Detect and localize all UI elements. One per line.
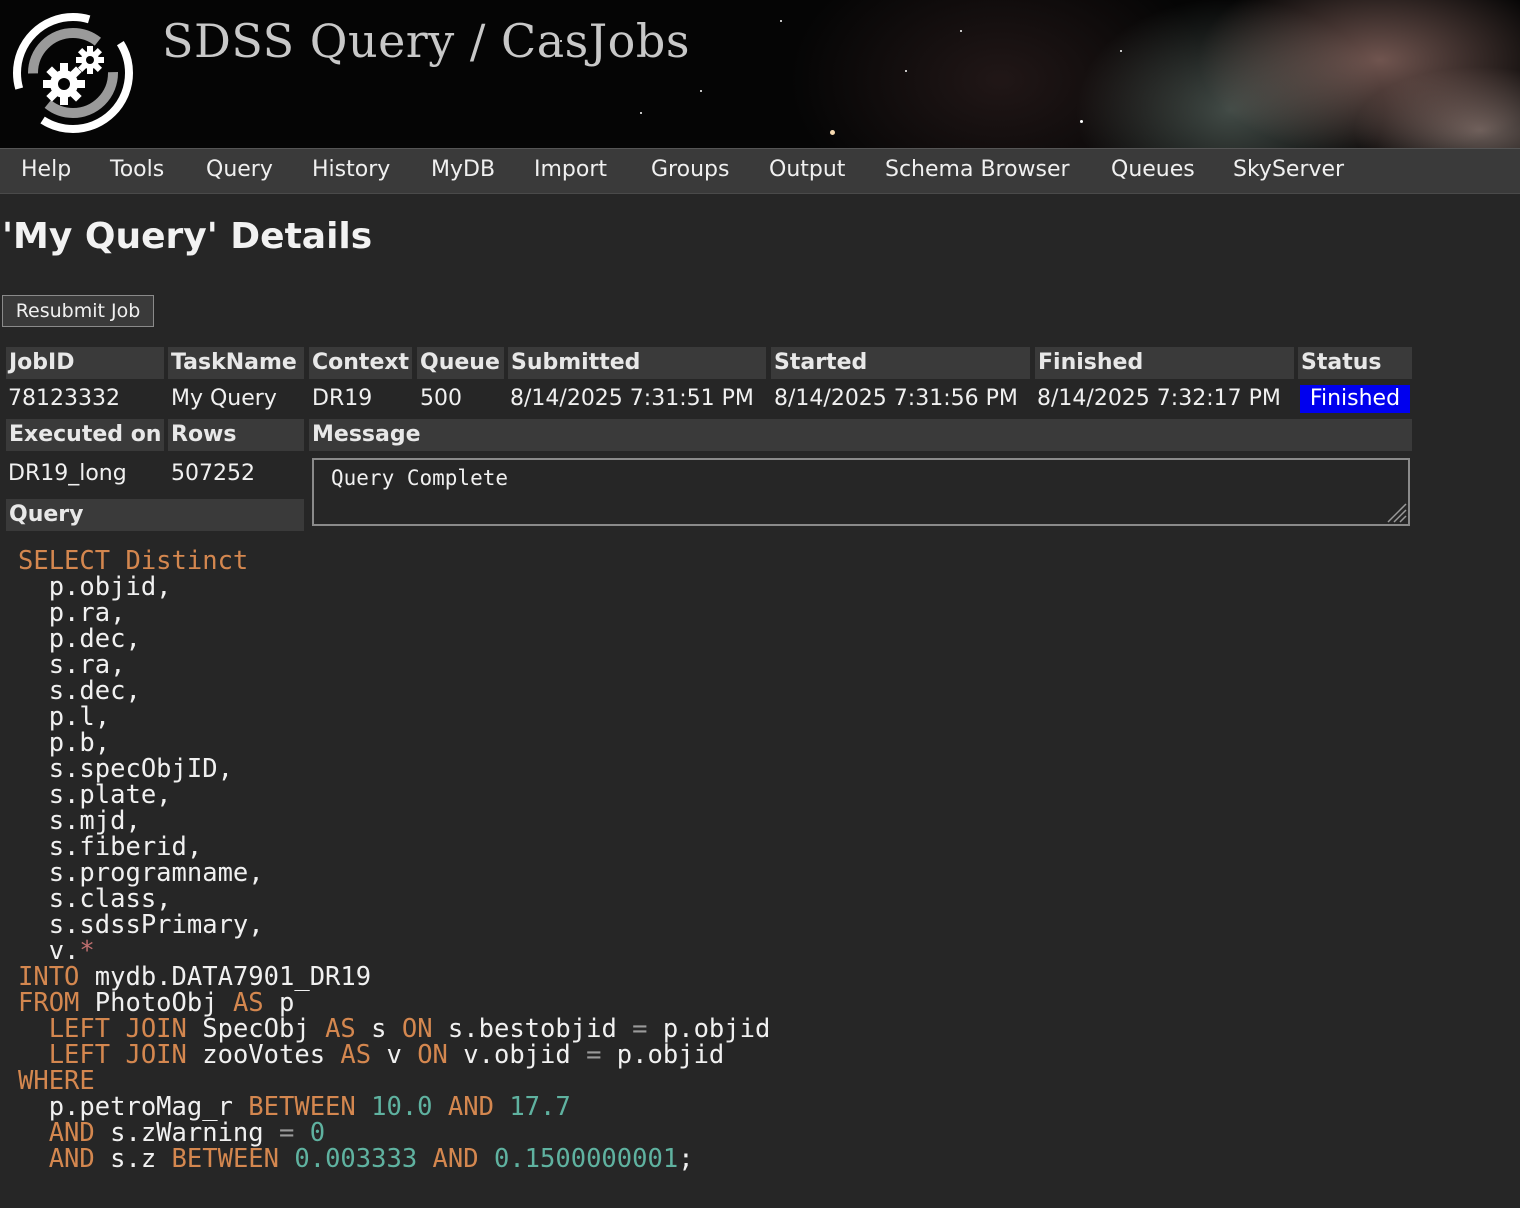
value-submitted: 8/14/2025 7:31:51 PM [510, 386, 754, 411]
query-token: 0.003333 [294, 1144, 418, 1174]
query-line: v.* [18, 938, 770, 964]
query-line: s.dec, [18, 678, 770, 704]
query-code-block: SELECT Distinct p.objid, p.ra, p.dec, s.… [18, 548, 770, 1172]
value-queue: 500 [420, 386, 462, 411]
header-queue: Queue [417, 347, 504, 379]
query-line: AND s.z BETWEEN 0.003333 AND 0.150000000… [18, 1146, 770, 1172]
resize-grip-icon[interactable] [1385, 501, 1407, 523]
resubmit-job-button[interactable]: Resubmit Job [2, 295, 154, 327]
query-line: FROM PhotoObj AS p [18, 990, 770, 1016]
query-token: 10.0 [371, 1092, 433, 1122]
header-executed-on: Executed on [6, 419, 164, 451]
query-line: s.specObjID, [18, 756, 770, 782]
query-line: WHERE [18, 1068, 770, 1094]
query-line: s.programname, [18, 860, 770, 886]
query-line: p.petroMag_r BETWEEN 10.0 AND 17.7 [18, 1094, 770, 1120]
query-line: p.ra, [18, 600, 770, 626]
query-line: s.mjd, [18, 808, 770, 834]
query-line: s.class, [18, 886, 770, 912]
value-context: DR19 [312, 386, 373, 411]
query-line: SELECT Distinct [18, 548, 770, 574]
query-token: AS [340, 1040, 372, 1070]
query-token: BETWEEN [171, 1144, 279, 1174]
nav-help[interactable]: Help [21, 157, 71, 182]
header-status: Status [1298, 347, 1412, 379]
query-line: LEFT JOIN SpecObj AS s ON s.bestobjid = … [18, 1016, 771, 1042]
nav-schema-browser[interactable]: Schema Browser [885, 157, 1070, 182]
message-text: Query Complete [331, 466, 509, 490]
header-started: Started [771, 347, 1030, 379]
query-line: p.l, [18, 704, 770, 730]
query-token: s.z [94, 1144, 172, 1174]
header-submitted: Submitted [508, 347, 766, 379]
query-token: v.objid [447, 1040, 587, 1070]
value-taskname: My Query [171, 386, 277, 411]
query-token [417, 1144, 432, 1174]
query-line: INTO mydb.DATA7901_DR19 [18, 964, 770, 990]
query-token: = [586, 1040, 602, 1070]
header-rows: Rows [168, 419, 304, 451]
nav-query[interactable]: Query [206, 157, 273, 182]
status-badge: Finished [1300, 385, 1410, 413]
query-token: 0.1500000001 [493, 1144, 679, 1174]
message-textarea[interactable]: Query Complete [312, 458, 1410, 526]
query-token: ON [417, 1040, 448, 1070]
query-line: s.fiberid, [18, 834, 770, 860]
query-line: LEFT JOIN zooVotes AS v ON v.objid = p.o… [18, 1042, 770, 1068]
main-nav: Help Tools Query History MyDB Import Gro… [0, 148, 1520, 194]
value-finished: 8/14/2025 7:32:17 PM [1037, 386, 1281, 411]
page-title: 'My Query' Details [2, 216, 373, 257]
query-token: AND [432, 1144, 479, 1174]
value-jobid: 78123332 [8, 386, 120, 411]
header-taskname: TaskName [168, 347, 304, 379]
query-line: s.ra, [18, 652, 770, 678]
header-jobid: JobID [6, 347, 164, 379]
header-context: Context [309, 347, 412, 379]
query-token: p.objid [601, 1040, 725, 1070]
query-token: AND [18, 1144, 95, 1174]
nav-tools[interactable]: Tools [110, 157, 164, 182]
header-banner: SDSS Query / CasJobs [0, 0, 1520, 148]
nav-groups[interactable]: Groups [651, 157, 729, 182]
query-token: ; [678, 1144, 694, 1174]
nav-output[interactable]: Output [769, 157, 845, 182]
query-token [479, 1144, 494, 1174]
nav-history[interactable]: History [312, 157, 390, 182]
value-started: 8/14/2025 7:31:56 PM [774, 386, 1018, 411]
value-executed-on: DR19_long [8, 461, 127, 486]
header-finished: Finished [1035, 347, 1294, 379]
value-rows: 507252 [171, 461, 255, 486]
header-query: Query [6, 499, 304, 531]
query-line: s.plate, [18, 782, 770, 808]
query-token [356, 1092, 371, 1122]
nav-mydb[interactable]: MyDB [431, 157, 495, 182]
nav-skyserver[interactable]: SkyServer [1233, 157, 1344, 182]
query-token: v [371, 1040, 418, 1070]
nav-import[interactable]: Import [534, 157, 607, 182]
query-token [433, 1092, 448, 1122]
query-token [494, 1092, 509, 1122]
query-line: s.sdssPrimary, [18, 912, 770, 938]
query-line: p.b, [18, 730, 770, 756]
query-token: AND [447, 1092, 494, 1122]
query-token: zooVotes [186, 1040, 341, 1070]
query-token: 17.7 [509, 1092, 571, 1122]
query-line: AND s.zWarning = 0 [18, 1120, 770, 1146]
header-message: Message [309, 419, 1412, 451]
query-line: p.dec, [18, 626, 770, 652]
casjobs-logo-icon [13, 13, 133, 133]
query-token [279, 1144, 294, 1174]
nav-queues[interactable]: Queues [1111, 157, 1195, 182]
app-title: SDSS Query / CasJobs [162, 14, 690, 68]
query-line: p.objid, [18, 574, 770, 600]
